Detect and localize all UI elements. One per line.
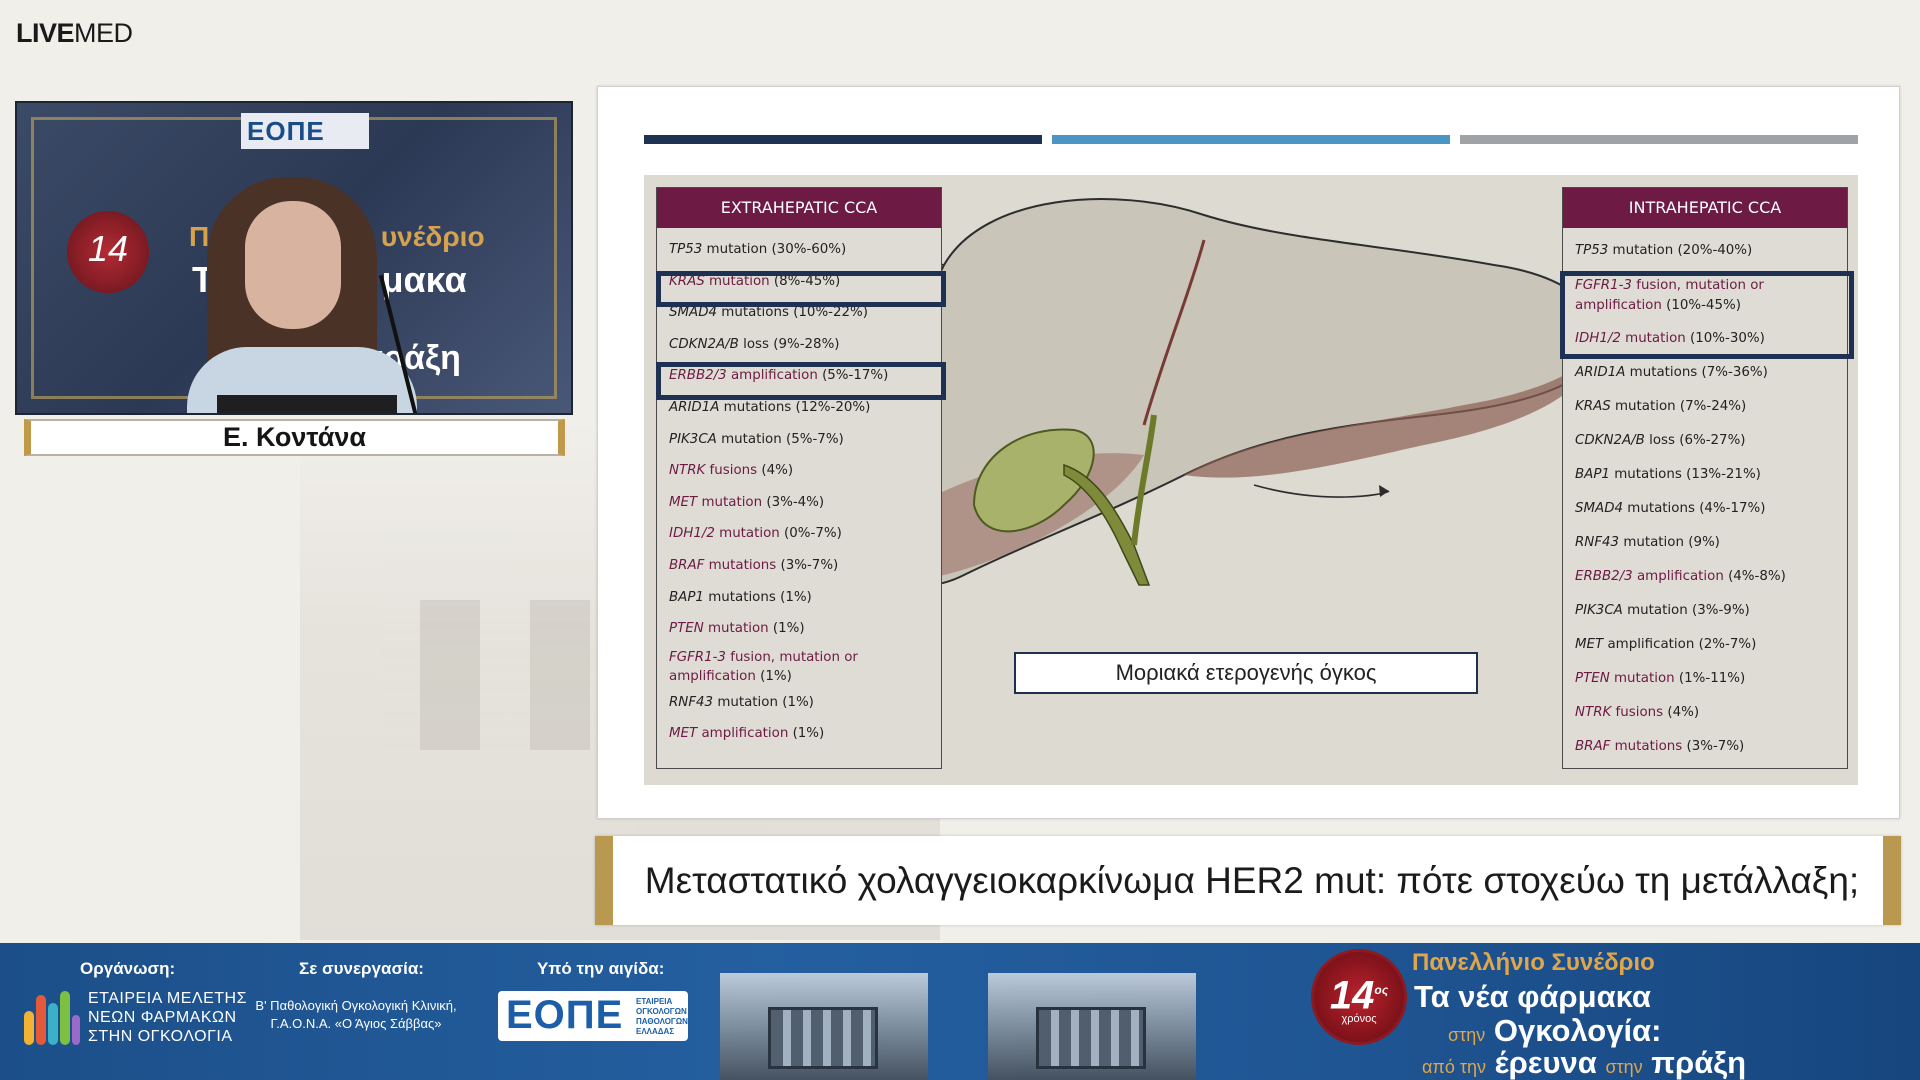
mutation-item: FGFR1-3 fusion, mutation or amplificatio… [1575,278,1764,313]
intrahepatic-panel: INTRAHEPATIC CCA TP53 mutation (20%-40%)… [1562,187,1848,769]
footer-banner: Οργάνωση: ΕΤΑΙΡΕΙΑ ΜΕΛΕΤΗΣ ΝΕΩΝ ΦΑΡΜΑΚΩΝ… [0,943,1920,1080]
presentation-slide: EXTRAHEPATIC CCA TP53 mutation (30%-60%)… [597,86,1900,819]
conference-line-2: Τα νέα φάρμακα [1414,979,1651,1014]
mutation-item: NTRK fusions (4%) [1575,705,1700,720]
slide-bar-gray [1460,135,1858,144]
mutation-item: ARID1A mutations (12%-20%) [669,399,871,415]
mutation-item: FGFR1-3 fusion, mutation or amplificatio… [669,649,858,684]
slide-bar-blue [1052,135,1450,144]
mutation-item: ERBB2/3 amplification (4%-8%) [1575,569,1786,584]
intrahepatic-title: INTRAHEPATIC CCA [1563,188,1847,228]
mutation-item: BRAF mutations (3%-7%) [669,557,839,573]
mutation-item: BAP1 mutations (13%-21%) [1575,467,1761,482]
collaboration-label: Σε συνεργασία: [299,959,424,978]
organizer-label: Οργάνωση: [80,959,176,978]
speaker-figure [177,177,427,413]
mutation-item: BRAF mutations (3%-7%) [1575,739,1745,754]
mutation-item: PTEN mutation (1%) [669,621,805,637]
mutation-item: PTEN mutation (1%-11%) [1575,671,1746,686]
livemed-logo: LIVEMED [16,18,133,48]
collaboration-text: Β' Παθολογική Ογκολογική Κλινική, Γ.Α.Ο.… [255,998,457,1031]
session-title: Μεταστατικό χολαγγειοκαρκίνωμα HER2 mut:… [595,836,1901,925]
mutation-item: MET amplification (2%-7%) [1575,637,1757,652]
tram-photo-1 [720,973,928,1080]
mutation-item: ARID1A mutations (7%-36%) [1575,365,1768,380]
liver-figure: EXTRAHEPATIC CCA TP53 mutation (30%-60%)… [644,175,1858,785]
slide-caption: Μοριακά ετερογενής όγκος [1014,652,1478,694]
mutation-item: PIK3CA mutation (3%-9%) [1575,603,1750,618]
organizer-name: ΕΤΑΙΡΕΙΑ ΜΕΛΕΤΗΣ ΝΕΩΝ ΦΑΡΜΑΚΩΝ ΣΤΗΝ ΟΓΚΟ… [88,990,247,1045]
laptop [217,395,397,413]
mutation-item: MET mutation (3%-4%) [669,494,825,510]
mutation-item: CDKN2A/B loss (9%-28%) [669,336,840,352]
video-seal: 14 [67,211,149,293]
mutation-item: CDKN2A/B loss (6%-27%) [1575,433,1746,448]
mutation-item: NTRK fusions (4%) [669,463,794,479]
conference-line-4: από την έρευνα στην πράξη [1422,1045,1747,1080]
auspices-label: Υπό την αιγίδα: [537,959,665,978]
mutation-item: SMAD4 mutations (10%-22%) [669,305,868,321]
emnfo-logo-icon [24,991,80,1045]
conference-line-1: Πανελλήνιο Συνέδριο [1412,949,1655,976]
extrahepatic-list: TP53 mutation (30%-60%) KRAS mutation (8%… [657,228,941,750]
mutation-item: TP53 mutation (20%-40%) [1575,243,1753,258]
tram-photo-2 [988,973,1196,1080]
mutation-item: BAP1 mutations (1%) [669,589,812,605]
mutation-item: RNF43 mutation (9%) [1575,535,1720,550]
extrahepatic-panel: EXTRAHEPATIC CCA TP53 mutation (30%-60%)… [656,187,942,769]
video-eope-badge: ΕΟΠΕ [241,113,369,149]
mutation-item: IDH1/2 mutation (0%-7%) [669,526,842,542]
mutation-item: SMAD4 mutations (4%-17%) [1575,501,1766,516]
mutation-item: TP53 mutation (30%-60%) [669,242,847,257]
mutation-item: KRAS mutation (8%-45%) [669,273,841,289]
intrahepatic-list: TP53 mutation (20%-40%) FGFR1-3 fusion, m… [1563,228,1847,764]
extrahepatic-title: EXTRAHEPATIC CCA [657,188,941,228]
eope-logo: ΕΟΠΕ ΕΤΑΙΡΕΙΑ ΟΓΚΟΛΟΓΩΝ ΠΑΘΟΛΟΓΩΝ ΕΛΛΑΔΑ… [498,991,688,1041]
mutation-item: KRAS mutation (7%-24%) [1575,399,1747,414]
speaker-name-plate: Ε. Κοντάνα [24,419,565,456]
mutation-item: ERBB2/3 amplification (5%-17%) [669,368,889,384]
speaker-video: ΕΟΠΕ 14 Πανελυνέδριο Τα νμακα πράξη [15,101,573,415]
mutation-item: RNF43 mutation (1%) [669,694,814,710]
slide-bar-navy [644,135,1042,144]
mutation-item: IDH1/2 mutation (10%-30%) [1575,331,1765,346]
conference-seal: 14ος χρόνος [1311,949,1407,1045]
mutation-item: PIK3CA mutation (5%-7%) [669,431,844,447]
mutation-item: MET amplification (1%) [669,726,825,742]
conference-line-3: στην Ογκολογία: [1448,1013,1662,1048]
